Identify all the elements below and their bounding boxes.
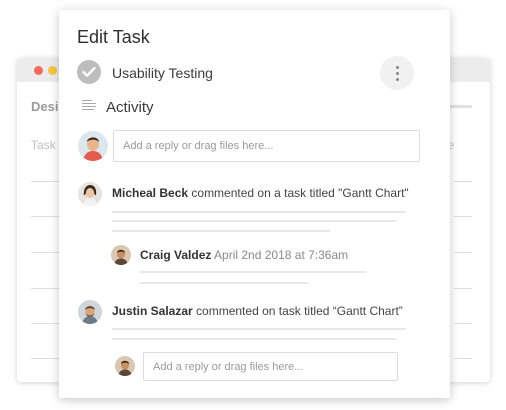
lines-icon bbox=[82, 100, 96, 112]
background-row-divider bbox=[454, 252, 472, 253]
comment-action: commented on task titled “Gantt Chart” bbox=[196, 304, 403, 318]
close-dot-icon[interactable] bbox=[34, 66, 43, 75]
comment-text-line bbox=[112, 220, 396, 222]
task-name[interactable]: Usability Testing bbox=[112, 65, 213, 81]
background-row-divider bbox=[31, 323, 59, 324]
background-row-divider bbox=[454, 358, 472, 359]
current-user-avatar-small bbox=[115, 356, 135, 376]
background-row-divider bbox=[31, 358, 59, 359]
background-row-divider bbox=[31, 216, 59, 217]
background-row-divider bbox=[454, 181, 472, 182]
background-row-divider bbox=[31, 181, 59, 182]
vertical-dots-icon bbox=[396, 66, 399, 69]
background-title: Desi bbox=[31, 99, 59, 114]
check-circle-icon[interactable] bbox=[77, 60, 101, 84]
reply-text-line bbox=[140, 282, 308, 284]
comment-header: Micheal Beck commented on a task titled … bbox=[112, 186, 409, 200]
reply-input[interactable] bbox=[113, 130, 420, 162]
reply-author[interactable]: Craig Valdez bbox=[140, 248, 211, 262]
edit-task-modal: Edit Task Usability Testing Activity Add… bbox=[59, 10, 450, 398]
reply-input[interactable] bbox=[143, 352, 398, 381]
comment-author[interactable]: Justin Salazar bbox=[112, 304, 193, 318]
modal-title: Edit Task bbox=[77, 27, 150, 47]
justin-salazar-avatar bbox=[78, 300, 102, 324]
more-options-button[interactable] bbox=[380, 56, 414, 90]
reply-text-line bbox=[140, 271, 366, 273]
activity-heading: Activity bbox=[106, 99, 154, 116]
comment-author[interactable]: Micheal Beck bbox=[112, 186, 188, 200]
background-row-divider bbox=[454, 323, 472, 324]
background-row-divider bbox=[454, 216, 472, 217]
comment-text-line bbox=[112, 211, 406, 213]
background-row-divider bbox=[454, 288, 472, 289]
craig-valdez-avatar bbox=[111, 245, 131, 265]
comment-text-line bbox=[112, 328, 406, 330]
background-column-header: Task bbox=[31, 138, 56, 152]
minimize-dot-icon[interactable] bbox=[48, 66, 57, 75]
comment-header: Justin Salazar commented on task titled … bbox=[112, 304, 403, 318]
comment-action: commented on a task titled "Gantt Chart" bbox=[191, 186, 409, 200]
background-row-divider bbox=[31, 252, 59, 253]
reply-timestamp: April 2nd 2018 at 7:36am bbox=[214, 248, 349, 262]
comment-text-line bbox=[112, 338, 396, 340]
micheal-beck-avatar bbox=[78, 182, 102, 206]
comment-text-line bbox=[112, 230, 330, 232]
background-row-divider bbox=[31, 288, 59, 289]
current-user-avatar bbox=[78, 131, 108, 161]
reply-header: Craig Valdez April 2nd 2018 at 7:36am bbox=[140, 248, 348, 262]
